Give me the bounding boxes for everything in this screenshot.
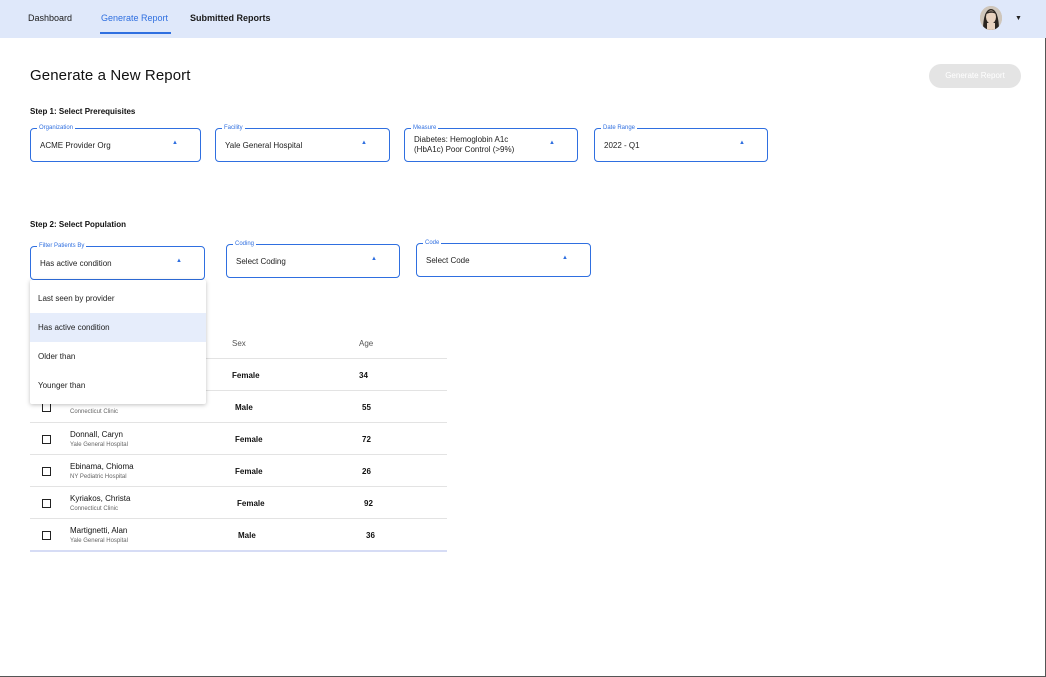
option-has-active-condition[interactable]: Has active condition (30, 313, 206, 342)
option-last-seen-by-provider[interactable]: Last seen by provider (30, 284, 206, 313)
table-divider (30, 454, 447, 455)
caret-up-icon: ▲ (371, 256, 377, 262)
organization-select[interactable]: Organization ACME Provider Org ▲ (30, 124, 201, 162)
row-checkbox[interactable] (42, 403, 51, 412)
caret-up-icon: ▲ (549, 140, 555, 146)
tab-dashboard[interactable]: Dashboard (28, 13, 72, 23)
filter-patients-value: Has active condition (40, 259, 112, 268)
caret-up-icon: ▲ (176, 258, 182, 264)
caret-up-icon: ▲ (361, 140, 367, 146)
row-sex: Female (235, 467, 263, 476)
measure-select[interactable]: Measure Diabetes: Hemoglobin A1c (HbA1c)… (404, 124, 578, 162)
row-checkbox[interactable] (42, 531, 51, 540)
row-checkbox[interactable] (42, 435, 51, 444)
code-legend: Code (423, 239, 442, 247)
table-divider (30, 518, 447, 519)
avatar[interactable] (980, 6, 1002, 30)
row-patient-name: Martignetti, Alan (70, 526, 128, 535)
coding-value: Select Coding (236, 257, 286, 266)
date-range-select[interactable]: Date Range 2022 - Q1 ▲ (594, 124, 768, 162)
row-sex: Female (237, 499, 265, 508)
filter-patients-legend: Filter Patients By (37, 242, 87, 250)
top-nav: Dashboard Generate Report Submitted Repo… (0, 0, 1046, 38)
facility-value: Yale General Hospital (225, 141, 303, 150)
row-age: 92 (364, 499, 373, 508)
row-age: 36 (366, 531, 375, 540)
row-age: 26 (362, 467, 371, 476)
row-sex: Female (235, 435, 263, 444)
table-divider (30, 486, 447, 487)
column-header-age: Age (359, 339, 374, 348)
row-facility: Connecticut Clinic (70, 409, 119, 415)
tab-submitted-reports[interactable]: Submitted Reports (190, 13, 271, 23)
caret-down-icon[interactable]: ▼ (1015, 15, 1022, 22)
row-patient-name: Ebinama, Chioma (70, 462, 134, 471)
page-title: Generate a New Report (30, 67, 191, 84)
code-value: Select Code (426, 256, 470, 265)
column-header-sex: Sex (232, 339, 246, 348)
step2-label: Step 2: Select Population (30, 220, 127, 229)
app-frame: Dashboard Generate Report Submitted Repo… (0, 0, 1046, 677)
facility-legend: Facility (222, 124, 245, 132)
date-range-legend: Date Range (601, 124, 638, 132)
caret-up-icon: ▲ (562, 255, 568, 261)
tab-generate-report[interactable]: Generate Report (101, 13, 168, 23)
row-sex: Female (232, 371, 260, 380)
measure-value: Diabetes: Hemoglobin A1c (HbA1c) Poor Co… (414, 135, 515, 154)
row-patient-name: Kyriakos, Christa (70, 494, 131, 503)
row-age: 34 (359, 371, 368, 380)
row-sex: Male (238, 531, 256, 540)
facility-select[interactable]: Facility Yale General Hospital ▲ (215, 124, 390, 162)
row-facility: Connecticut Clinic (70, 506, 119, 512)
active-tab-indicator (100, 32, 171, 34)
coding-select[interactable]: Coding Select Coding ▲ (226, 240, 400, 278)
generate-report-button[interactable]: Generate Report (929, 64, 1021, 88)
caret-up-icon: ▲ (739, 140, 745, 146)
organization-legend: Organization (37, 124, 76, 132)
row-facility: Yale General Hospital (70, 538, 128, 544)
row-checkbox[interactable] (42, 499, 51, 508)
code-select[interactable]: Code Select Code ▲ (416, 239, 591, 277)
row-checkbox[interactable] (42, 467, 51, 476)
measure-legend: Measure (411, 124, 439, 132)
caret-up-icon: ▲ (172, 140, 178, 146)
user-avatar-icon (980, 6, 1002, 30)
option-younger-than[interactable]: Younger than (30, 371, 206, 400)
filter-patients-select[interactable]: Filter Patients By Has active condition … (30, 242, 205, 280)
row-age: 72 (362, 435, 371, 444)
step1-label: Step 1: Select Prerequisites (30, 107, 136, 116)
table-bottom-border (30, 550, 447, 552)
row-facility: Yale General Hospital (70, 442, 128, 448)
row-sex: Male (235, 403, 253, 412)
row-facility: NY Pediatric Hospital (70, 474, 127, 480)
row-patient-name: Donnall, Caryn (70, 430, 123, 439)
table-divider (30, 422, 447, 423)
option-older-than[interactable]: Older than (30, 342, 206, 371)
date-range-value: 2022 - Q1 (604, 141, 640, 150)
organization-value: ACME Provider Org (40, 141, 111, 150)
row-age: 55 (362, 403, 371, 412)
filter-patients-dropdown-menu: Last seen by provider Has active conditi… (30, 280, 206, 404)
coding-legend: Coding (233, 240, 257, 248)
